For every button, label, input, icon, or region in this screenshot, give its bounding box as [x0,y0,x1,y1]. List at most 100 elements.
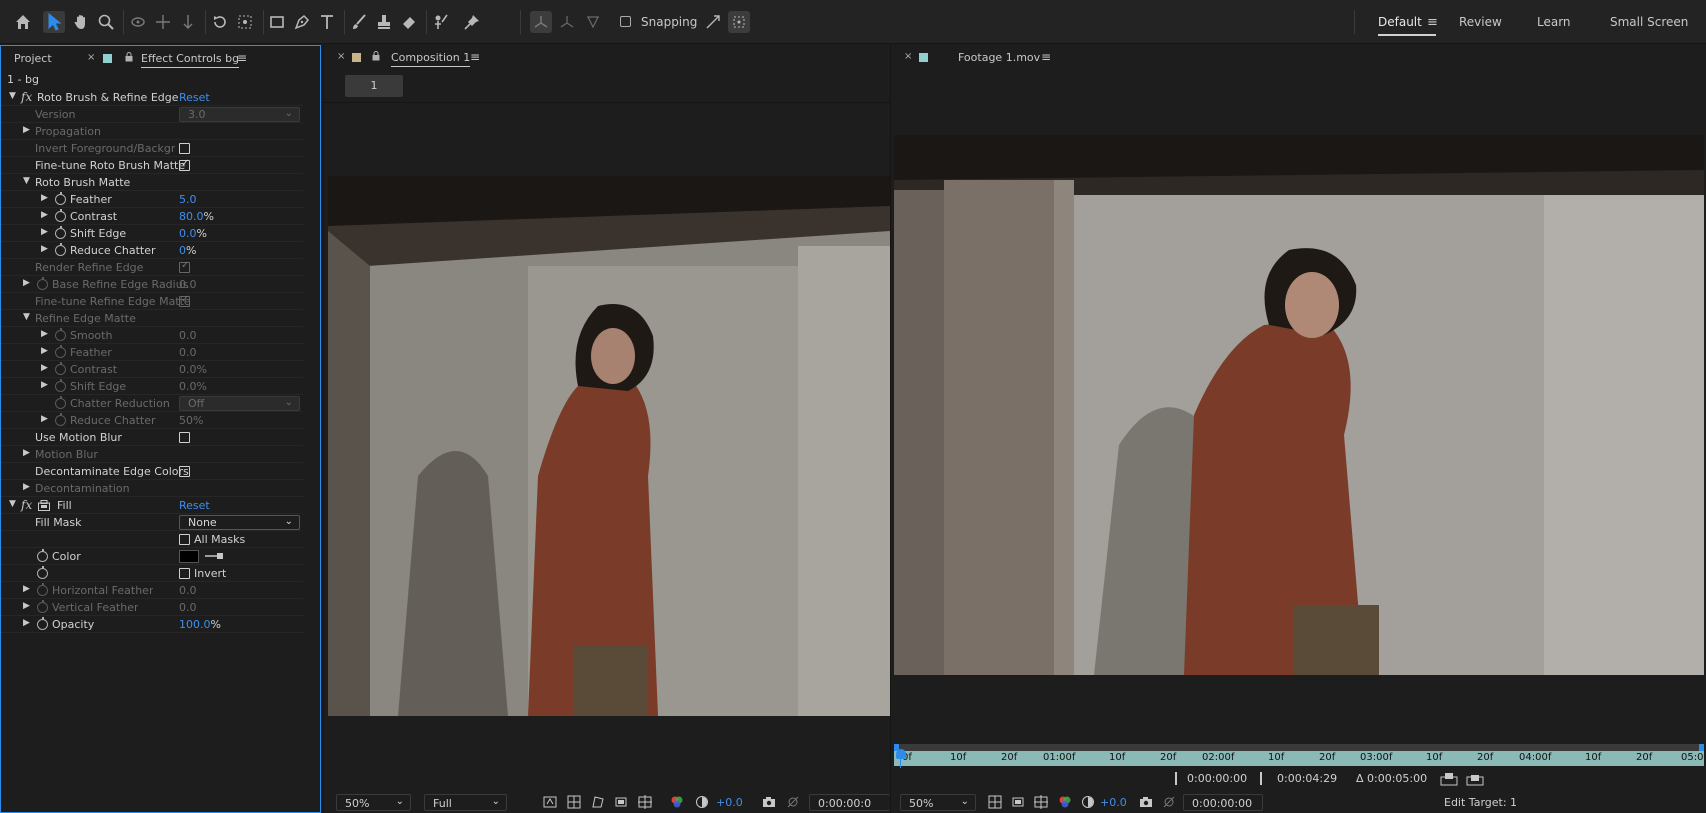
mask-visibility-icon[interactable] [591,795,605,809]
grid-guides-icon[interactable] [1034,795,1048,809]
close-icon[interactable]: × [337,51,345,62]
decontaminate-checkbox[interactable] [179,466,190,477]
footage-timecode[interactable]: 0:00:00:00 [1183,794,1263,811]
version-dropdown[interactable]: 3.0 ⌄ [179,107,300,122]
property-value[interactable]: 0.0% [179,380,207,393]
show-snapshot-icon[interactable] [786,795,800,809]
stopwatch-icon[interactable] [55,243,66,256]
fx-icon[interactable]: fx [21,498,32,512]
snapping-checkbox[interactable] [620,16,631,27]
invert-foreground-checkbox[interactable] [179,143,190,154]
rotate-tool-icon[interactable] [209,11,231,33]
tab-composition[interactable]: Composition 1 [391,51,471,67]
eyedropper-icon[interactable] [204,551,226,564]
anchor-point-tool-icon[interactable] [234,11,256,33]
chevron-right-icon[interactable]: ▶ [41,329,48,339]
close-icon[interactable]: × [87,52,95,63]
stopwatch-icon[interactable] [37,277,48,290]
property-group-roto-brush-matte[interactable]: ▼ Roto Brush Matte [1,174,303,191]
stopwatch-icon[interactable] [55,209,66,222]
all-masks-checkbox[interactable] [179,534,190,545]
lock-icon[interactable] [372,51,380,61]
effect-row-fill[interactable]: ▼ fx Fill Reset [1,497,303,514]
comp-exposure-value[interactable]: +0.0 [716,796,743,809]
chevron-right-icon[interactable]: ▶ [41,193,48,203]
property-value[interactable]: 0% [179,244,196,257]
zoom-tool-icon[interactable] [95,11,117,33]
puppet-pin-tool-icon[interactable] [461,11,483,33]
property-group-decontamination[interactable]: ▶ Decontamination [1,480,303,497]
chevron-right-icon[interactable]: ▶ [23,448,30,458]
stopwatch-icon[interactable] [37,600,48,613]
region-of-interest-icon[interactable] [614,795,628,809]
chevron-down-icon[interactable]: ▼ [23,176,30,186]
selection-tool-icon[interactable] [43,11,65,33]
property-value[interactable]: 0.0% [179,363,207,376]
grid-guides-icon[interactable] [638,795,652,809]
chevron-right-icon[interactable]: ▶ [23,125,30,135]
property-value[interactable]: 80.0% [179,210,214,223]
world-axis-icon[interactable] [556,11,578,33]
snap-features-icon[interactable] [728,11,750,33]
property-value[interactable]: 50% [179,414,203,427]
pen-tool-icon[interactable] [291,11,313,33]
panel-menu-icon[interactable]: ≡ [1041,50,1051,64]
property-value[interactable]: 0.0 [179,278,197,291]
snapshot-camera-icon[interactable] [1139,795,1153,809]
work-area-end-handle[interactable] [1699,744,1704,751]
workspace-review[interactable]: Review [1459,15,1502,29]
playhead[interactable] [896,749,906,759]
fx-icon[interactable]: fx [21,90,32,104]
hand-tool-icon[interactable] [70,11,92,33]
brush-tool-icon[interactable] [348,11,370,33]
panel-menu-icon[interactable]: ≡ [470,50,480,64]
region-of-interest-icon[interactable] [1011,795,1025,809]
property-value[interactable]: 0.0 [179,329,197,342]
stopwatch-icon[interactable] [55,396,66,409]
reset-exposure-icon[interactable] [1081,795,1095,809]
property-group-motion-blur[interactable]: ▶ Motion Blur [1,446,303,463]
comp-zoom-dropdown[interactable]: 50% ⌄ [336,794,411,811]
stopwatch-icon[interactable] [55,345,66,358]
stopwatch-icon[interactable] [37,566,48,579]
stopwatch-icon[interactable] [55,413,66,426]
type-tool-icon[interactable] [316,11,338,33]
workspace-small-screen[interactable]: Small Screen [1610,15,1688,29]
pan-camera-icon[interactable] [152,11,174,33]
property-group-refine-edge-matte[interactable]: ▼ Refine Edge Matte [1,310,303,327]
fine-tune-roto-checkbox[interactable] [179,158,190,171]
in-point-timecode[interactable]: 0:00:00:00 [1187,772,1247,785]
snap-edges-icon[interactable] [702,11,724,33]
channel-rgb-icon[interactable] [1058,795,1072,809]
panel-menu-icon[interactable]: ≡ [237,51,247,65]
chevron-right-icon[interactable]: ▶ [23,618,30,628]
fill-mask-dropdown[interactable]: None ⌄ [179,515,300,530]
chevron-right-icon[interactable]: ▶ [41,346,48,356]
dolly-camera-icon[interactable] [177,11,199,33]
tab-project[interactable]: Project [14,52,52,65]
chevron-down-icon[interactable]: ▼ [9,91,16,101]
chevron-down-icon[interactable]: ▼ [9,499,16,509]
color-swatch[interactable] [179,550,199,563]
footage-exposure-value[interactable]: +0.0 [1100,796,1127,809]
workspace-menu-icon[interactable]: ≡ [1427,15,1438,30]
transparency-grid-icon[interactable] [567,795,581,809]
chevron-right-icon[interactable]: ▶ [41,227,48,237]
stopwatch-icon[interactable] [55,362,66,375]
property-value[interactable]: 0.0 [179,346,197,359]
property-value[interactable]: 100.0% [179,618,221,631]
property-group-propagation[interactable]: ▶ Propagation [1,123,303,140]
fine-tune-refine-checkbox[interactable] [179,294,190,307]
chevron-right-icon[interactable]: ▶ [41,363,48,373]
stopwatch-icon[interactable] [37,549,48,562]
comp-breadcrumb[interactable]: 1 [345,75,403,97]
show-snapshot-icon[interactable] [1162,795,1176,809]
comp-timecode[interactable]: 0:00:00:0 [809,794,890,811]
effect-row-roto-brush[interactable]: ▼ fx Roto Brush & Refine Edge Reset [1,89,303,106]
property-value[interactable]: 5.0 [179,193,197,206]
reset-link[interactable]: Reset [179,91,210,104]
reset-exposure-icon[interactable] [695,795,709,809]
workspace-default[interactable]: Default [1378,15,1422,29]
stopwatch-icon[interactable] [55,226,66,239]
footage-zoom-dropdown[interactable]: 50% ⌄ [900,794,976,811]
